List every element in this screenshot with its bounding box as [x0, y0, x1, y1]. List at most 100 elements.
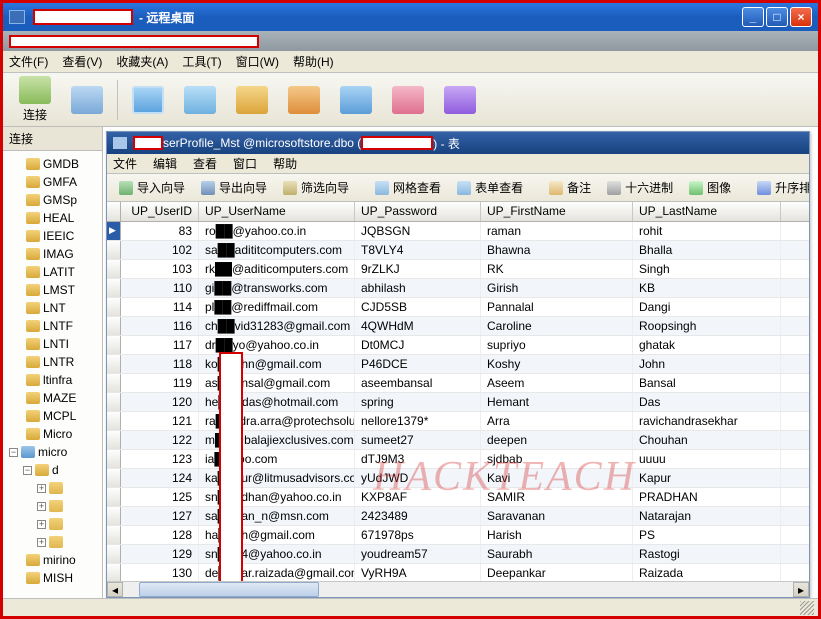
cell-lastname[interactable]: Dangi — [633, 298, 781, 316]
cell-username[interactable]: pl██@rediffmail.com — [199, 298, 355, 316]
table-row[interactable]: 119as██ansal@gmail.comaseembansalAseemBa… — [107, 374, 809, 393]
cell-username[interactable]: sn██adhan@yahoo.co.in — [199, 488, 355, 506]
row-header[interactable] — [107, 488, 121, 506]
cell-password[interactable]: youdream57 — [355, 545, 481, 563]
menu-help[interactable]: 帮助(H) — [293, 53, 334, 70]
minimize-button[interactable]: _ — [742, 7, 764, 27]
cell-userid[interactable]: 116 — [121, 317, 199, 335]
cell-firstname[interactable]: Arra — [481, 412, 633, 430]
cell-firstname[interactable]: Bhawna — [481, 241, 633, 259]
cell-password[interactable]: 671978ps — [355, 526, 481, 544]
tb-backup[interactable] — [434, 86, 486, 114]
row-header[interactable] — [107, 355, 121, 373]
tb-func[interactable] — [226, 86, 278, 114]
tree-db-LMST[interactable]: LMST — [9, 281, 102, 299]
btn-export-wizard[interactable]: 导出向导 — [195, 177, 273, 198]
tb-table[interactable] — [122, 86, 174, 114]
cell-lastname[interactable]: ghatak — [633, 336, 781, 354]
col-firstname[interactable]: UP_FirstName — [481, 202, 633, 221]
cell-userid[interactable]: 124 — [121, 469, 199, 487]
cell-userid[interactable]: 125 — [121, 488, 199, 506]
table-row[interactable]: 125sn██adhan@yahoo.co.inKXP8AFSAMIRPRADH… — [107, 488, 809, 507]
tmenu-help[interactable]: 帮助 — [273, 155, 297, 172]
cell-password[interactable]: nellore1379* — [355, 412, 481, 430]
cell-password[interactable]: 9rZLKJ — [355, 260, 481, 278]
cell-username[interactable]: sa██adititcomputers.com — [199, 241, 355, 259]
cell-firstname[interactable]: Pannalal — [481, 298, 633, 316]
expand-icon[interactable]: + — [37, 538, 46, 547]
btn-grid-view[interactable]: 网格查看 — [369, 177, 447, 198]
table-row[interactable]: 120he██_das@hotmail.comspringHemantDas — [107, 393, 809, 412]
cell-password[interactable]: sumeet27 — [355, 431, 481, 449]
cell-userid[interactable]: 120 — [121, 393, 199, 411]
cell-lastname[interactable]: Rastogi — [633, 545, 781, 563]
cell-lastname[interactable]: rohit — [633, 222, 781, 240]
tb-event[interactable] — [278, 86, 330, 114]
cell-lastname[interactable]: PS — [633, 526, 781, 544]
cell-firstname[interactable]: Koshy — [481, 355, 633, 373]
cell-lastname[interactable]: PRADHAN — [633, 488, 781, 506]
cell-firstname[interactable]: Girish — [481, 279, 633, 297]
cell-username[interactable]: gi██@transworks.com — [199, 279, 355, 297]
table-row[interactable]: 122m██@balajiexclusives.comsumeet27deepe… — [107, 431, 809, 450]
menu-view[interactable]: 查看(V) — [62, 53, 102, 70]
table-row[interactable]: 83ro██@yahoo.co.inJQBSGNramanrohit — [107, 222, 809, 241]
cell-password[interactable]: VyRH9A — [355, 564, 481, 581]
cell-userid[interactable]: 127 — [121, 507, 199, 525]
cell-firstname[interactable]: Aseem — [481, 374, 633, 392]
cell-userid[interactable]: 118 — [121, 355, 199, 373]
cell-password[interactable]: JQBSGN — [355, 222, 481, 240]
col-lastname[interactable]: UP_LastName — [633, 202, 781, 221]
tree-folder[interactable]: + — [9, 515, 102, 533]
cell-username[interactable]: rk██@aditicomputers.com — [199, 260, 355, 278]
cell-username[interactable]: sn██74@yahoo.co.in — [199, 545, 355, 563]
cell-username[interactable]: m██@balajiexclusives.com — [199, 431, 355, 449]
tree-db-LNT[interactable]: LNT — [9, 299, 102, 317]
cell-userid[interactable]: 130 — [121, 564, 199, 581]
cell-firstname[interactable]: Caroline — [481, 317, 633, 335]
row-header[interactable] — [107, 393, 121, 411]
tree-db-GMFA[interactable]: GMFA — [9, 173, 102, 191]
cell-lastname[interactable]: KB — [633, 279, 781, 297]
cell-firstname[interactable]: Hemant — [481, 393, 633, 411]
table-row[interactable]: 124ka██our@litmusadvisors.coyUdJWDKaviKa… — [107, 469, 809, 488]
cell-username[interactable]: ka██our@litmusadvisors.co — [199, 469, 355, 487]
cell-username[interactable]: ko██phn@gmail.com — [199, 355, 355, 373]
cell-password[interactable]: aseembansal — [355, 374, 481, 392]
cell-lastname[interactable]: Chouhan — [633, 431, 781, 449]
grid-hscrollbar[interactable]: ◂ ▸ — [107, 581, 809, 597]
scroll-right-arrow[interactable]: ▸ — [793, 582, 809, 597]
tree-folder[interactable]: + — [9, 479, 102, 497]
row-header[interactable] — [107, 526, 121, 544]
cell-username[interactable]: ia██hoo.com — [199, 450, 355, 468]
tree-db-mirino[interactable]: mirino — [9, 551, 102, 569]
cell-lastname[interactable]: Bansal — [633, 374, 781, 392]
row-header[interactable] — [107, 317, 121, 335]
row-header[interactable] — [107, 507, 121, 525]
cell-password[interactable]: CJD5SB — [355, 298, 481, 316]
cell-username[interactable]: ro██@yahoo.co.in — [199, 222, 355, 240]
cell-password[interactable]: 2423489 — [355, 507, 481, 525]
cell-firstname[interactable]: supriyo — [481, 336, 633, 354]
cell-username[interactable]: sa██nan_n@msn.com — [199, 507, 355, 525]
resize-grip[interactable] — [800, 601, 814, 615]
cell-firstname[interactable]: sjdbab — [481, 450, 633, 468]
collapse-icon[interactable]: − — [9, 448, 18, 457]
cell-firstname[interactable]: RK — [481, 260, 633, 278]
cell-password[interactable]: spring — [355, 393, 481, 411]
cell-lastname[interactable]: Raizada — [633, 564, 781, 581]
table-row[interactable]: 102sa██adititcomputers.comT8VLY4BhawnaBh… — [107, 241, 809, 260]
cell-password[interactable]: 4QWHdM — [355, 317, 481, 335]
scroll-thumb[interactable] — [139, 582, 319, 597]
expand-icon[interactable]: + — [37, 484, 46, 493]
tree-sub[interactable]: −d — [9, 461, 102, 479]
row-header[interactable] — [107, 298, 121, 316]
cell-userid[interactable]: 128 — [121, 526, 199, 544]
row-header[interactable] — [107, 545, 121, 563]
tree-db-LATIT[interactable]: LATIT — [9, 263, 102, 281]
btn-image[interactable]: 图像 — [683, 177, 737, 198]
cell-firstname[interactable]: deepen — [481, 431, 633, 449]
scroll-left-arrow[interactable]: ◂ — [107, 582, 123, 597]
cell-password[interactable]: Dt0MCJ — [355, 336, 481, 354]
btn-filter-wizard[interactable]: 筛选向导 — [277, 177, 355, 198]
